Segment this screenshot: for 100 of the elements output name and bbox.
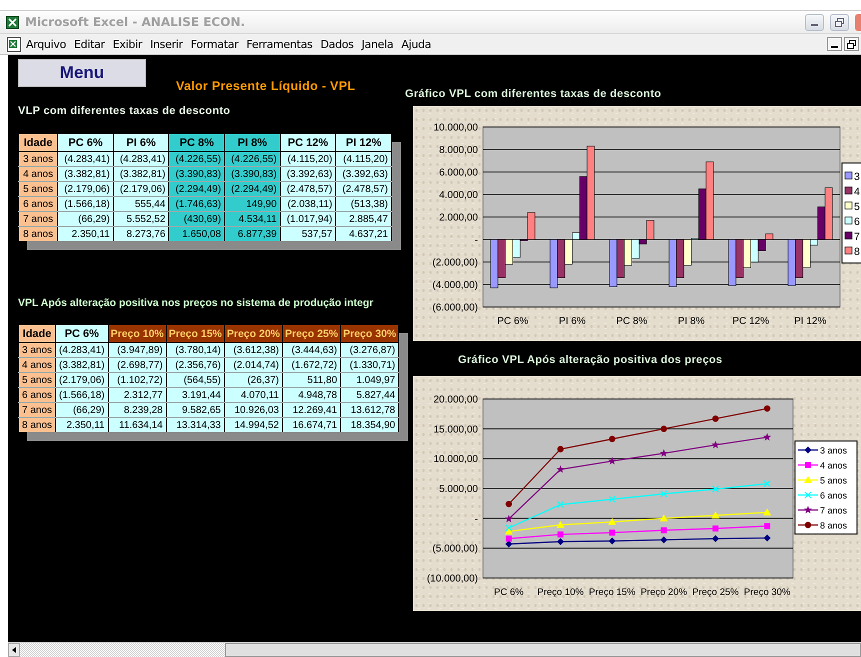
column-header: PC 12% xyxy=(280,134,336,152)
point xyxy=(506,536,512,542)
axis-label: PI 8% xyxy=(678,316,705,327)
table-cell: 555,44 xyxy=(113,196,169,212)
close-button[interactable] xyxy=(855,14,861,30)
point xyxy=(556,520,564,528)
point xyxy=(660,426,668,432)
table-cell: 5.552,52 xyxy=(113,212,169,226)
table-cell: (3.382,81) xyxy=(58,166,114,182)
axis-label: (2.000,00) xyxy=(432,258,478,268)
menu-item[interactable]: Inserir xyxy=(146,38,187,50)
point xyxy=(712,485,720,493)
table-cell: (1.672,72) xyxy=(282,358,341,372)
point xyxy=(556,501,564,508)
column-header: Preço 10% xyxy=(108,324,166,342)
point xyxy=(660,449,668,457)
table-cell: (2.294,49) xyxy=(224,182,280,196)
minimize-button[interactable] xyxy=(827,37,842,51)
menu-item[interactable]: Formatar xyxy=(186,38,242,50)
axis-label: Preço 10% xyxy=(537,587,584,598)
table-cell: (4.115,20) xyxy=(280,152,336,166)
table-cell: 2.885,47 xyxy=(336,212,392,226)
column-header: PC 8% xyxy=(168,134,225,152)
menu-item[interactable]: Exibir xyxy=(108,38,146,50)
table-cell: (3.612,38) xyxy=(224,342,282,358)
point xyxy=(660,536,668,544)
menu-item[interactable]: Janela xyxy=(358,38,398,50)
restore-icon xyxy=(847,40,856,48)
legend-label: 5 xyxy=(854,201,860,213)
table-cell: (2.179,06) xyxy=(113,182,169,196)
row-header: 3 anos xyxy=(18,152,58,166)
axis-label: Preço 30% xyxy=(744,587,790,598)
menu-item[interactable]: Ferramentas xyxy=(242,38,316,50)
row-header: 8 anos xyxy=(18,418,56,432)
table-cell: 149,90 xyxy=(224,196,280,212)
axis-label: Preço 20% xyxy=(640,587,688,598)
table-cell: 3.191,44 xyxy=(166,388,224,402)
row-header: 4 anos xyxy=(18,358,56,372)
menu-button[interactable]: Menu xyxy=(18,59,146,87)
menu-item[interactable]: Ajuda xyxy=(397,38,436,50)
table-cell: (2.478,57) xyxy=(280,182,336,196)
point xyxy=(557,538,564,546)
axis-label: PI 12% xyxy=(794,316,826,327)
point xyxy=(764,480,771,488)
point xyxy=(608,538,616,545)
table-cell: 511,80 xyxy=(282,372,341,388)
scroll-thumb[interactable] xyxy=(225,643,861,657)
column-header: Preço 25% xyxy=(282,324,341,342)
row-header: 6 anos xyxy=(18,388,56,402)
axis-label: - xyxy=(474,235,478,246)
table-cell: (3.780,14) xyxy=(166,342,224,358)
menu-item[interactable]: Editar xyxy=(70,38,109,50)
table-cell: (1.102,72) xyxy=(108,372,166,388)
row-header: 3 anos xyxy=(18,342,56,358)
table-cell: 4.637,21 xyxy=(336,226,392,241)
point xyxy=(660,527,667,534)
table-cell: (2.179,06) xyxy=(58,182,114,196)
axis-label: Preço 25% xyxy=(692,587,739,598)
table-cell: 10.926,03 xyxy=(224,402,282,418)
table-cell: (2.038,11) xyxy=(280,196,336,212)
axis-label: PC 6% xyxy=(494,587,524,598)
table-cell: 11.634,14 xyxy=(108,418,166,432)
point xyxy=(557,446,564,452)
point xyxy=(506,500,512,508)
menu-item[interactable]: Arquivo xyxy=(22,38,70,50)
table-cell: 13.612,78 xyxy=(340,402,399,418)
table-cell: (66,29) xyxy=(56,402,108,418)
axis-label: 10.000,00 xyxy=(434,454,478,466)
menu-item[interactable]: Dados xyxy=(316,38,358,50)
axis-label: PC 8% xyxy=(616,316,648,327)
table-cell: (1.746,63) xyxy=(168,196,225,212)
row-header: 4 anos xyxy=(18,166,58,182)
point xyxy=(660,490,668,498)
table-cell: 13.314,33 xyxy=(166,418,224,432)
point xyxy=(608,518,616,525)
point xyxy=(763,508,772,516)
axis-label: Preço 15% xyxy=(588,587,636,598)
axis-label: 2.000,00 xyxy=(439,212,478,224)
point xyxy=(764,523,770,530)
axis-label: (4.000,00) xyxy=(432,280,478,291)
point xyxy=(712,525,718,532)
table-cell: (66,29) xyxy=(58,212,114,226)
point xyxy=(608,496,616,503)
column-header: PI 12% xyxy=(336,134,392,152)
table-cell: 12.269,41 xyxy=(282,402,341,418)
point xyxy=(608,436,616,442)
chart-bar xyxy=(795,239,804,278)
column-header: PI 6% xyxy=(113,134,169,152)
table-cell: 4.070,11 xyxy=(224,388,282,402)
column-header: Idade xyxy=(18,324,56,342)
legend-label: 5 anos xyxy=(820,476,848,486)
restore-button[interactable] xyxy=(844,37,859,51)
axis-label: PC 12% xyxy=(732,316,770,327)
chart-title: Gráfico VPL Após alteração positiva dos preços xyxy=(458,354,724,368)
table-cell: (2.356,76) xyxy=(166,358,224,372)
column-header: PC 6% xyxy=(58,134,114,152)
table-cell: 4.948,78 xyxy=(282,388,341,402)
table-cell: (2.478,57) xyxy=(336,182,392,196)
scroll-left-button[interactable] xyxy=(8,643,20,657)
restore-icon xyxy=(835,18,844,26)
